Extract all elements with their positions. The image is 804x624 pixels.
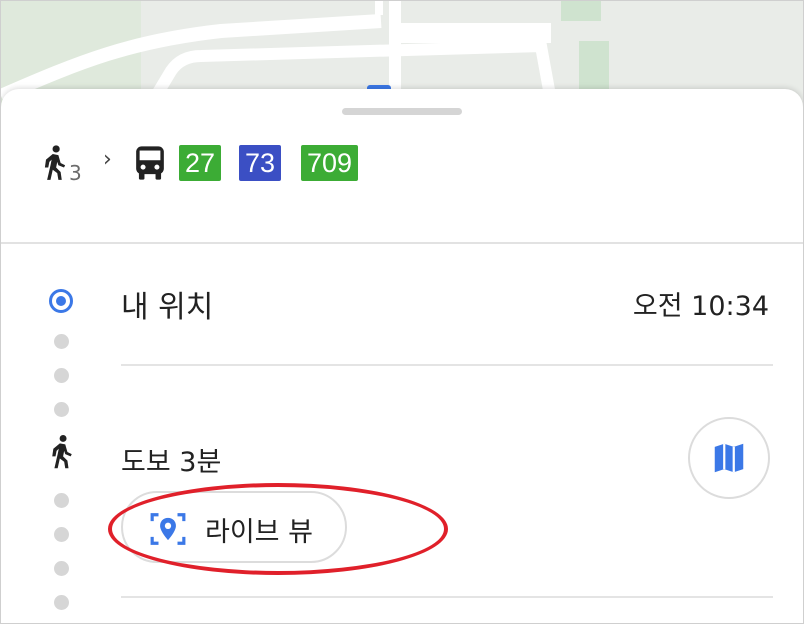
step-divider [121,596,773,598]
drag-handle[interactable] [342,108,462,115]
route-summary[interactable]: 3 › 27 73 709 [41,141,781,187]
bus-route-badge-27: 27 [179,145,222,181]
location-dot-icon [49,289,73,313]
bus-icon [133,145,167,185]
walk-icon [41,145,69,185]
timeline-dot [54,493,69,508]
chevron-right-icon: › [103,147,112,172]
start-time: 오전 10:34 [632,291,769,322]
highlight-circle [108,483,448,575]
timeline-dot [54,595,69,610]
walk-duration-label: 도보 3분 [121,447,222,478]
summary-divider [1,242,803,244]
timeline-dot [54,561,69,576]
bus-route-badge-709: 709 [301,145,359,181]
timeline-dot [54,368,69,383]
map-button[interactable] [688,417,770,499]
step-divider [121,364,773,366]
timeline-dot [54,334,69,349]
timeline-dot [54,527,69,542]
timeline-dot [54,402,69,417]
bus-route-badge-73: 73 [239,145,282,181]
app-frame: 3 › 27 73 709 내 위치 오전 10:34 도보 3분 라이브 뷰 [0,0,804,624]
walk-step-icon [49,434,75,474]
walk-minutes: 3 [69,161,82,185]
start-location-label: 내 위치 [121,290,214,325]
